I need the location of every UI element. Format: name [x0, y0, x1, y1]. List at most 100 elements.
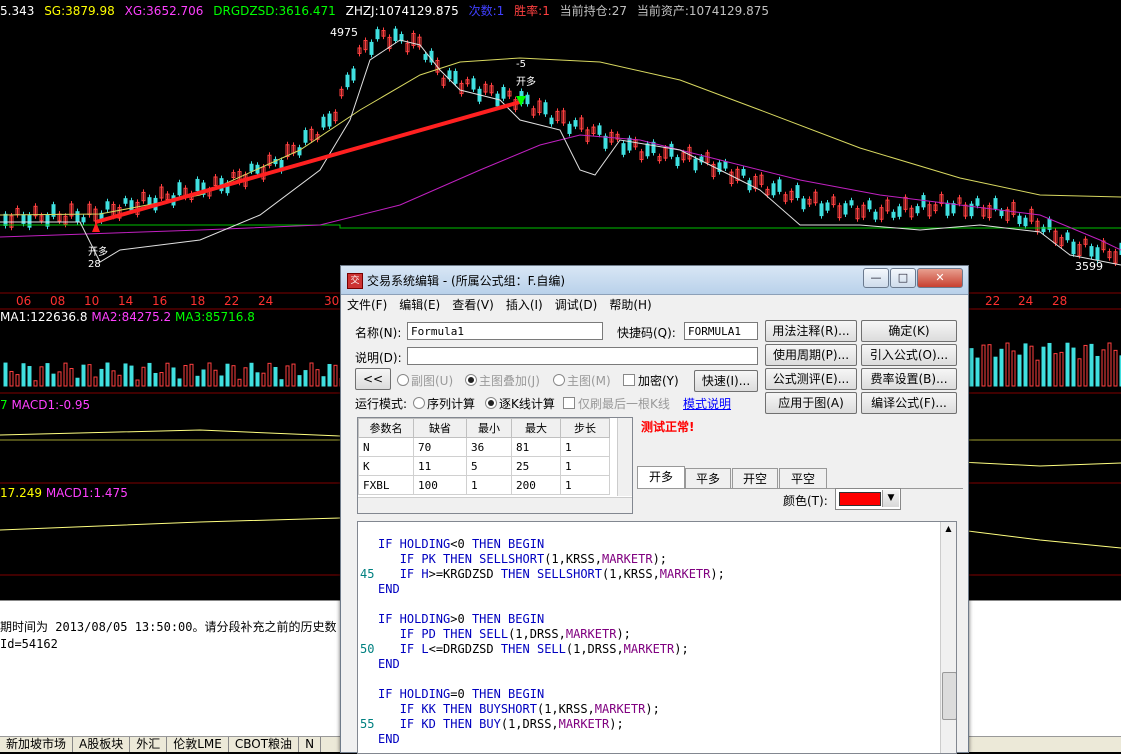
close-icon[interactable]: ✕: [917, 268, 963, 288]
candle-body: [81, 217, 86, 223]
period-button[interactable]: 使用周期(P)...: [765, 344, 857, 366]
volume-bar: [63, 362, 68, 387]
candle-body: [603, 135, 608, 149]
opt-subchart[interactable]: 副图(U): [397, 372, 453, 389]
volume-bar: [123, 363, 128, 387]
editor-vscrollbar[interactable]: ▲: [940, 522, 956, 753]
menu-view[interactable]: 查看(V): [446, 295, 500, 315]
run-seq-radio[interactable]: 序列计算: [413, 395, 475, 412]
table-row[interactable]: N 70 36 81 1: [358, 437, 610, 457]
param-cell[interactable]: 5: [466, 456, 512, 476]
volume-bar: [279, 379, 284, 387]
tab-open-short[interactable]: 开空: [732, 468, 778, 489]
volume-bar: [153, 372, 158, 387]
shortcut-input[interactable]: FORMULA1: [684, 322, 758, 340]
param-header: 步长: [560, 418, 610, 438]
param-cell[interactable]: 200: [511, 475, 561, 495]
formula-code-editor[interactable]: 45 50 55 IF HOLDING<0 THEN BEGIN IF PK THE…: [357, 521, 957, 754]
scroll-up-icon[interactable]: ▲: [943, 524, 954, 536]
menu-help[interactable]: 帮助(H): [603, 295, 657, 315]
market-tab[interactable]: 新加坡市场: [0, 737, 74, 752]
param-cell[interactable]: K: [358, 456, 414, 476]
desc-input[interactable]: [407, 347, 758, 365]
mode-help-link[interactable]: 模式说明: [683, 395, 731, 412]
candle-body: [573, 120, 578, 127]
tab-open-long[interactable]: 开多: [637, 466, 685, 489]
table-row[interactable]: K 11 5 25 1: [358, 456, 610, 476]
volume-bar: [159, 372, 164, 387]
encrypt-checkbox[interactable]: 加密(Y): [623, 372, 679, 389]
volume-bar: [1065, 342, 1070, 387]
macd-prefix: 7: [0, 398, 8, 412]
menu-edit[interactable]: 编辑(E): [393, 295, 446, 315]
tab-close-long[interactable]: 平多: [685, 468, 731, 489]
param-cell[interactable]: 1: [560, 456, 610, 476]
name-input[interactable]: Formula1: [407, 322, 603, 340]
candle-body: [345, 74, 350, 88]
dialog-titlebar[interactable]: 交 交易系统编辑 - (所属公式组：F.自编) — □ ✕: [341, 266, 968, 295]
usage-notes-button[interactable]: 用法注释(R)...: [765, 320, 857, 342]
volume-bar: [243, 367, 248, 387]
ok-button[interactable]: 确定(K): [861, 320, 957, 342]
parameter-table[interactable]: 参数名 缺省 最小 最大 步长 N 70 36 81 1 K 11 5 25 1 FXBL 100…: [357, 417, 633, 514]
param-cell[interactable]: 81: [511, 437, 561, 457]
menu-insert[interactable]: 插入(I): [500, 295, 549, 315]
run-last-checkbox[interactable]: 仅刷最后一根K线: [563, 395, 670, 412]
formula-test-button[interactable]: 公式测评(E)...: [765, 368, 857, 390]
volume-bar: [1071, 347, 1076, 387]
run-bar-radio[interactable]: 逐K线计算: [485, 395, 555, 412]
color-picker[interactable]: ▼: [835, 488, 901, 510]
market-tab[interactable]: 伦敦LME: [167, 737, 229, 752]
param-header: 参数名: [358, 418, 414, 438]
param-cell[interactable]: N: [358, 437, 414, 457]
param-cell[interactable]: 11: [413, 456, 467, 476]
market-tab[interactable]: A股板块: [73, 737, 131, 752]
fast-button[interactable]: 快速(I)...: [694, 370, 758, 392]
param-cell[interactable]: 1: [466, 475, 512, 495]
maximize-icon[interactable]: □: [890, 268, 916, 288]
market-tab[interactable]: N: [299, 737, 322, 752]
param-cell[interactable]: 1: [560, 437, 610, 457]
candle-body: [501, 87, 506, 99]
tab-close-short[interactable]: 平空: [779, 468, 827, 489]
param-cell[interactable]: 1: [560, 475, 610, 495]
volume-bar: [165, 362, 170, 387]
apply-to-chart-button[interactable]: 应用于图(A): [765, 392, 857, 414]
menu-file[interactable]: 文件(F): [341, 295, 393, 315]
table-vscrollbar[interactable]: [617, 418, 632, 496]
volume-bar: [255, 372, 260, 387]
param-cell[interactable]: 25: [511, 456, 561, 476]
opt-overlay[interactable]: 主图叠加(J): [465, 372, 540, 389]
chevron-down-icon[interactable]: ▼: [882, 490, 899, 507]
param-cell[interactable]: 100: [413, 475, 467, 495]
collapse-button[interactable]: <<: [355, 368, 391, 390]
candle-body: [867, 200, 872, 210]
market-tab[interactable]: CBOT粮油: [229, 737, 300, 752]
table-hscrollbar[interactable]: [358, 497, 632, 513]
param-cell[interactable]: 70: [413, 437, 467, 457]
date-tick: 06: [16, 294, 32, 308]
compile-formula-button[interactable]: 编译公式(F)...: [861, 392, 957, 414]
candle-body: [975, 198, 980, 206]
import-formula-button[interactable]: 引入公式(O)...: [861, 344, 957, 366]
table-row[interactable]: FXBL 100 1 200 1: [358, 475, 610, 495]
opt-main[interactable]: 主图(M): [553, 372, 611, 389]
market-tab[interactable]: 外汇: [130, 737, 168, 752]
fee-settings-button[interactable]: 费率设置(B)...: [861, 368, 957, 390]
volume-bar: [99, 368, 104, 387]
code-line: END: [378, 582, 400, 596]
candle-body: [945, 202, 950, 216]
menu-debug[interactable]: 调试(D): [549, 295, 604, 315]
candle-body: [195, 178, 200, 192]
code-line: IF L<=DRGDZSD THEN SELL(1,DRSS,MARKETR);: [399, 642, 689, 656]
candle-body: [105, 201, 110, 210]
ma-readout: MA1:122636.8 MA2:84275.2 MA3:85716.8: [0, 310, 255, 324]
date-tick: 16: [152, 294, 168, 308]
editor-scroll-thumb[interactable]: [942, 672, 956, 720]
volume-bar: [1041, 346, 1046, 387]
volume-bar: [129, 365, 134, 387]
minimize-icon[interactable]: —: [863, 268, 889, 288]
param-cell[interactable]: FXBL: [358, 475, 414, 495]
color-swatch: [839, 492, 881, 506]
param-cell[interactable]: 36: [466, 437, 512, 457]
